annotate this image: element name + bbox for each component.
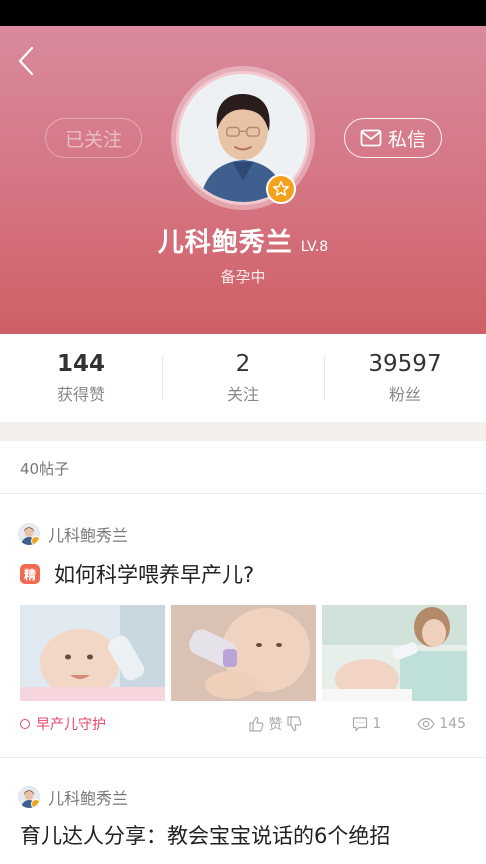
user-name: 儿科鲍秀兰 <box>157 228 293 258</box>
stat-likes-value: 144 <box>56 351 105 377</box>
author-name: 儿科鲍秀兰 <box>48 526 129 545</box>
avatar-portrait <box>18 523 40 545</box>
stat-fans[interactable]: 39597 粉丝 <box>324 334 486 422</box>
author-avatar <box>18 523 40 545</box>
post-image[interactable] <box>20 605 165 701</box>
section-separator <box>0 422 486 441</box>
divider <box>0 493 486 494</box>
post-tag[interactable]: 早产儿守护 <box>20 714 106 734</box>
message-button[interactable]: 私信 <box>344 118 442 158</box>
post-title-row[interactable]: 育儿达人分享：教会宝宝说话的6个绝招 <box>20 820 390 850</box>
like-button[interactable]: 赞 <box>248 714 302 734</box>
mail-icon <box>360 129 382 147</box>
post-title: 如何科学喂养早产儿? <box>54 563 255 587</box>
follow-button-label: 已关注 <box>64 128 122 151</box>
comment-count: 1 <box>372 716 382 732</box>
thumbs-down-icon[interactable] <box>286 716 302 732</box>
user-status: 备孕中 <box>220 268 266 286</box>
baby-bottle-photo <box>20 605 165 701</box>
stat-fans-label: 粉丝 <box>388 385 421 404</box>
tag-circle-icon <box>20 719 30 729</box>
user-level: LV.8 <box>300 239 329 255</box>
post-title-row[interactable]: 精 如何科学喂养早产儿? <box>20 559 254 589</box>
post-image[interactable] <box>171 605 316 701</box>
post-title: 育儿达人分享：教会宝宝说话的6个绝招 <box>20 824 391 848</box>
stat-following[interactable]: 2 关注 <box>162 334 324 422</box>
divider <box>0 757 486 758</box>
stat-fans-value: 39597 <box>368 351 442 377</box>
stat-following-label: 关注 <box>226 385 259 404</box>
status-bar <box>0 0 486 26</box>
post-author-row[interactable]: 儿科鲍秀兰 <box>18 785 128 809</box>
stat-following-value: 2 <box>235 351 251 377</box>
mother-feeding-photo <box>322 605 467 701</box>
like-label: 赞 <box>268 717 283 733</box>
avatar-portrait <box>18 786 40 808</box>
baby-feeding-photo <box>171 605 316 701</box>
featured-badge: 精 <box>20 564 40 584</box>
message-button-label: 私信 <box>387 128 426 151</box>
post-actions: 赞 1 145 <box>248 714 466 734</box>
views-indicator: 145 <box>417 716 466 732</box>
post-author-row[interactable]: 儿科鲍秀兰 <box>18 522 128 546</box>
post-image[interactable] <box>322 605 467 701</box>
author-name: 儿科鲍秀兰 <box>48 789 129 808</box>
profile-header: 已关注 私信 儿科鲍秀兰 LV.8 备孕中 <box>0 26 486 334</box>
post-footer: 早产儿守护 赞 1 145 <box>20 712 466 736</box>
comment-button[interactable]: 1 <box>352 716 381 732</box>
user-name-row: 儿科鲍秀兰 LV.8 <box>0 222 486 259</box>
view-count: 145 <box>439 716 466 732</box>
post-images <box>20 605 467 701</box>
eye-icon <box>417 717 435 731</box>
follow-button[interactable]: 已关注 <box>45 118 142 158</box>
star-badge-icon <box>273 181 289 197</box>
post-count: 40帖子 <box>20 460 70 478</box>
back-button[interactable] <box>14 44 42 78</box>
thumbs-up-icon <box>249 716 264 732</box>
stats-bar: 144 获得赞 2 关注 39597 粉丝 <box>0 334 486 422</box>
post-tag-label: 早产儿守护 <box>36 717 106 733</box>
author-avatar <box>18 786 40 808</box>
stat-likes[interactable]: 144 获得赞 <box>0 334 162 422</box>
chevron-left-icon <box>18 46 34 76</box>
verified-badge <box>266 174 296 204</box>
comment-icon <box>353 717 368 732</box>
stat-likes-label: 获得赞 <box>56 385 105 404</box>
